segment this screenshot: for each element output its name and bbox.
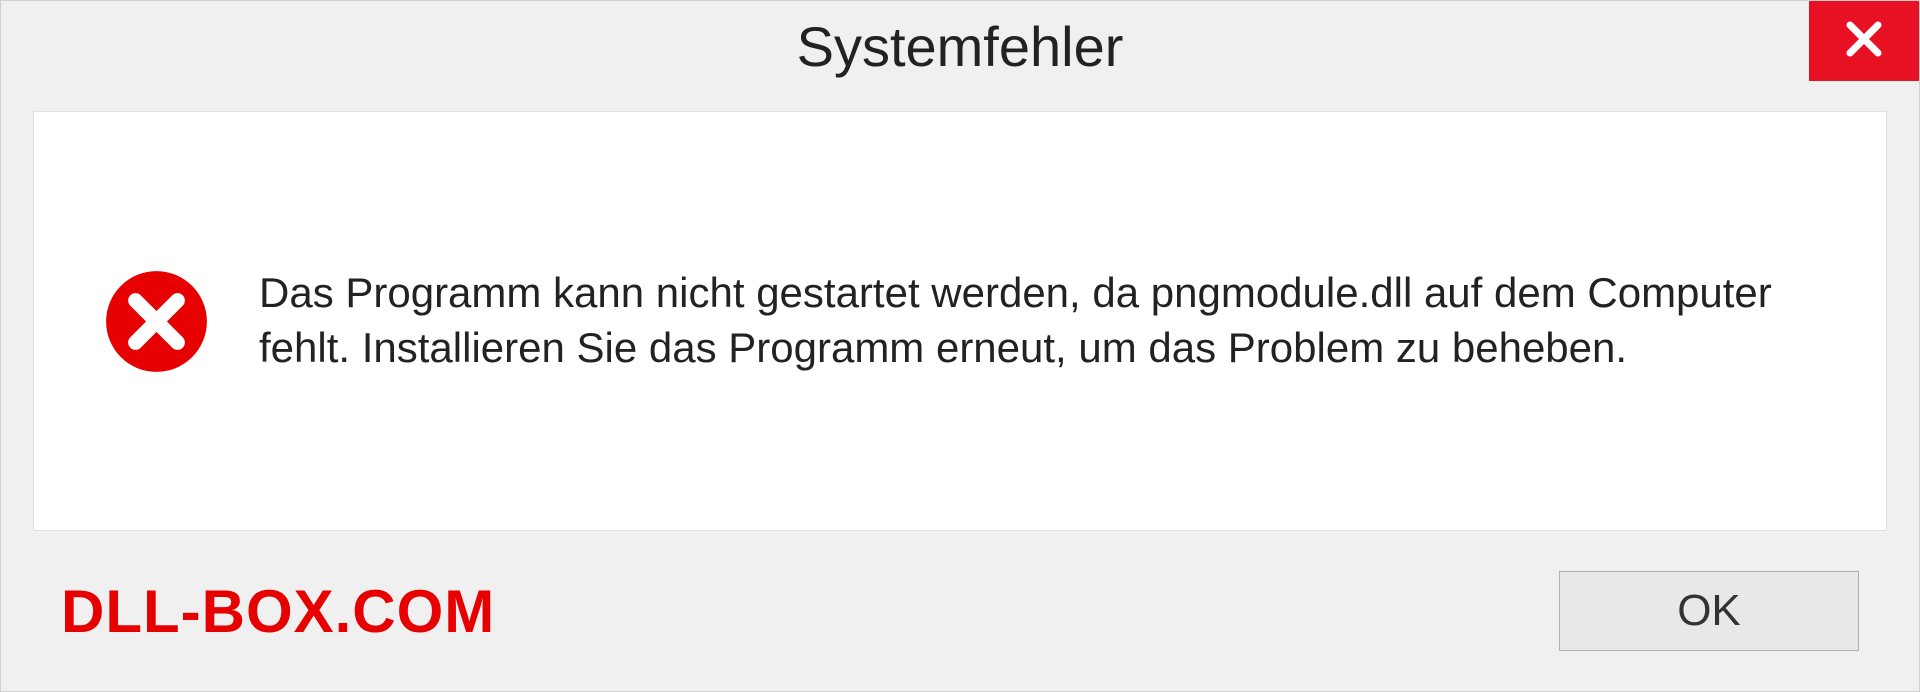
ok-button-label: OK: [1677, 586, 1741, 636]
close-button[interactable]: [1809, 1, 1919, 81]
watermark-text: DLL-BOX.COM: [61, 577, 495, 646]
dialog-title: Systemfehler: [797, 14, 1124, 79]
close-icon: [1843, 18, 1885, 65]
ok-button[interactable]: OK: [1559, 571, 1859, 651]
dialog-body: Das Programm kann nicht gestartet werden…: [33, 111, 1887, 531]
dialog-footer: DLL-BOX.COM OK: [1, 531, 1919, 691]
error-dialog: Systemfehler Das Programm kann nicht ges…: [0, 0, 1920, 692]
error-message: Das Programm kann nicht gestartet werden…: [259, 266, 1816, 375]
error-icon: [104, 269, 209, 374]
titlebar: Systemfehler: [1, 1, 1919, 91]
